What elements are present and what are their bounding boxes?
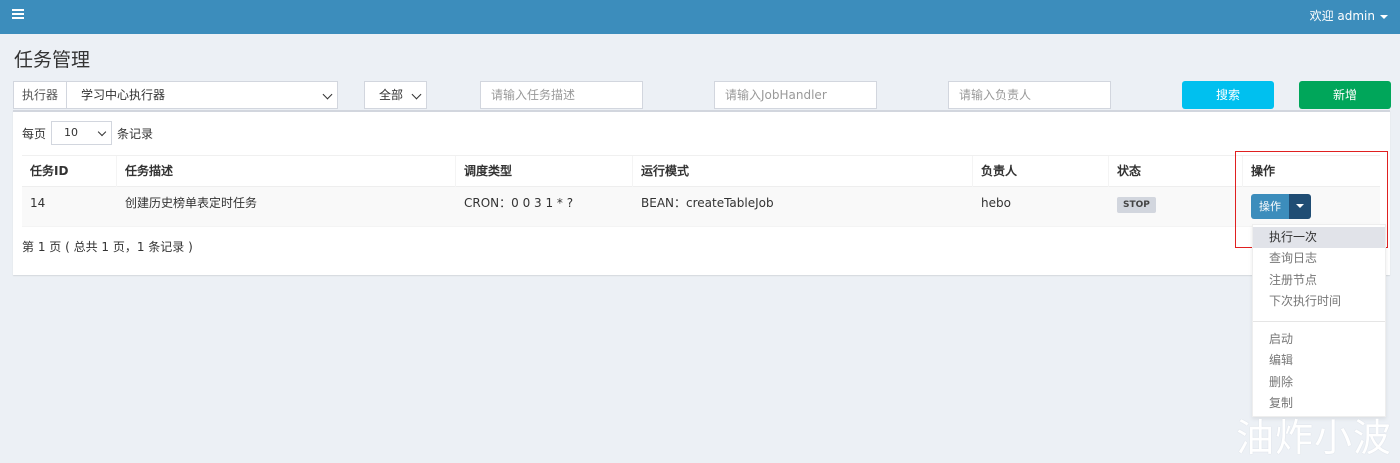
menu-item-delete[interactable]: 删除 xyxy=(1253,372,1385,393)
table-row: 14 创建历史榜单表定时任务 CRON：0 0 3 1 * ? BEAN：cre… xyxy=(22,187,1380,227)
add-button[interactable]: 新增 xyxy=(1299,81,1391,109)
menu-item-registry-nodes[interactable]: 注册节点 xyxy=(1253,270,1385,291)
cell-schedule: CRON：0 0 3 1 * ? xyxy=(464,196,574,210)
user-greeting: 欢迎 admin xyxy=(1309,9,1375,23)
column-header-schedule[interactable]: 调度类型 xyxy=(456,156,633,188)
page-title: 任务管理 xyxy=(14,49,91,71)
menu-item-next-trigger-time[interactable]: 下次执行时间 xyxy=(1253,291,1385,312)
page-size-prefix: 每页 xyxy=(22,126,47,141)
search-button[interactable]: 搜索 xyxy=(1182,81,1274,109)
page-size-control: 每页 10 条记录 xyxy=(22,121,153,145)
author-input[interactable]: 请输入负责人 xyxy=(948,81,1111,109)
caret-down-icon xyxy=(1380,14,1388,19)
column-header-desc[interactable]: 任务描述 xyxy=(117,156,456,188)
status-select-value: 全部 xyxy=(379,88,404,102)
chevron-down-icon xyxy=(97,127,107,137)
menu-divider xyxy=(1253,321,1385,322)
status-filter: 全部 xyxy=(364,81,427,109)
status-select[interactable]: 全部 xyxy=(364,81,427,109)
cell-job-id: 14 xyxy=(30,196,46,210)
watermark-text: 油炸小波 xyxy=(1236,416,1393,460)
executor-filter: 执行器 学习中心执行器 xyxy=(13,81,339,109)
job-handler-input[interactable]: 请输入JobHandler xyxy=(714,81,877,109)
cell-author: hebo xyxy=(981,196,1011,210)
chevron-down-icon xyxy=(322,89,333,100)
job-desc-input[interactable]: 请输入任务描述 xyxy=(480,81,643,109)
hamburger-menu-icon[interactable] xyxy=(12,9,24,21)
table-header: 任务ID 任务描述 调度类型 运行模式 负责人 状态 操作 xyxy=(22,155,1380,188)
column-header-mode[interactable]: 运行模式 xyxy=(633,156,973,188)
cell-job-desc: 创建历史榜单表定时任务 xyxy=(125,196,258,210)
page-size-suffix: 条记录 xyxy=(117,126,154,141)
page-size-value: 10 xyxy=(64,126,79,139)
menu-item-copy[interactable]: 复制 xyxy=(1253,393,1385,414)
cell-status: STOP xyxy=(1109,187,1156,227)
user-menu[interactable]: 欢迎 admin xyxy=(1310,7,1388,25)
column-header-id[interactable]: 任务ID xyxy=(22,156,117,188)
menu-item-trigger-once[interactable]: 执行一次 xyxy=(1253,227,1385,248)
menu-item-query-log[interactable]: 查询日志 xyxy=(1253,248,1385,269)
menu-item-edit[interactable]: 编辑 xyxy=(1253,350,1385,371)
top-navbar: 欢迎 admin xyxy=(0,0,1400,34)
column-header-author[interactable]: 负责人 xyxy=(973,156,1109,188)
status-badge: STOP xyxy=(1117,197,1156,213)
cell-run-mode: BEAN：createTableJob xyxy=(641,196,774,210)
page-size-select[interactable]: 10 xyxy=(51,121,113,145)
chevron-down-icon xyxy=(411,89,422,100)
pagination-info: 第 1 页 ( 总共 1 页，1 条记录 ) xyxy=(22,240,193,254)
executor-select[interactable]: 学习中心执行器 xyxy=(66,81,339,109)
menu-item-start[interactable]: 启动 xyxy=(1253,329,1385,350)
column-header-status[interactable]: 状态 xyxy=(1109,156,1243,188)
executor-label: 执行器 xyxy=(13,81,67,109)
executor-select-value: 学习中心执行器 xyxy=(81,88,166,102)
operation-dropdown-menu: 执行一次 查询日志 注册节点 下次执行时间 启动 编辑 删除 复制 xyxy=(1252,224,1386,417)
